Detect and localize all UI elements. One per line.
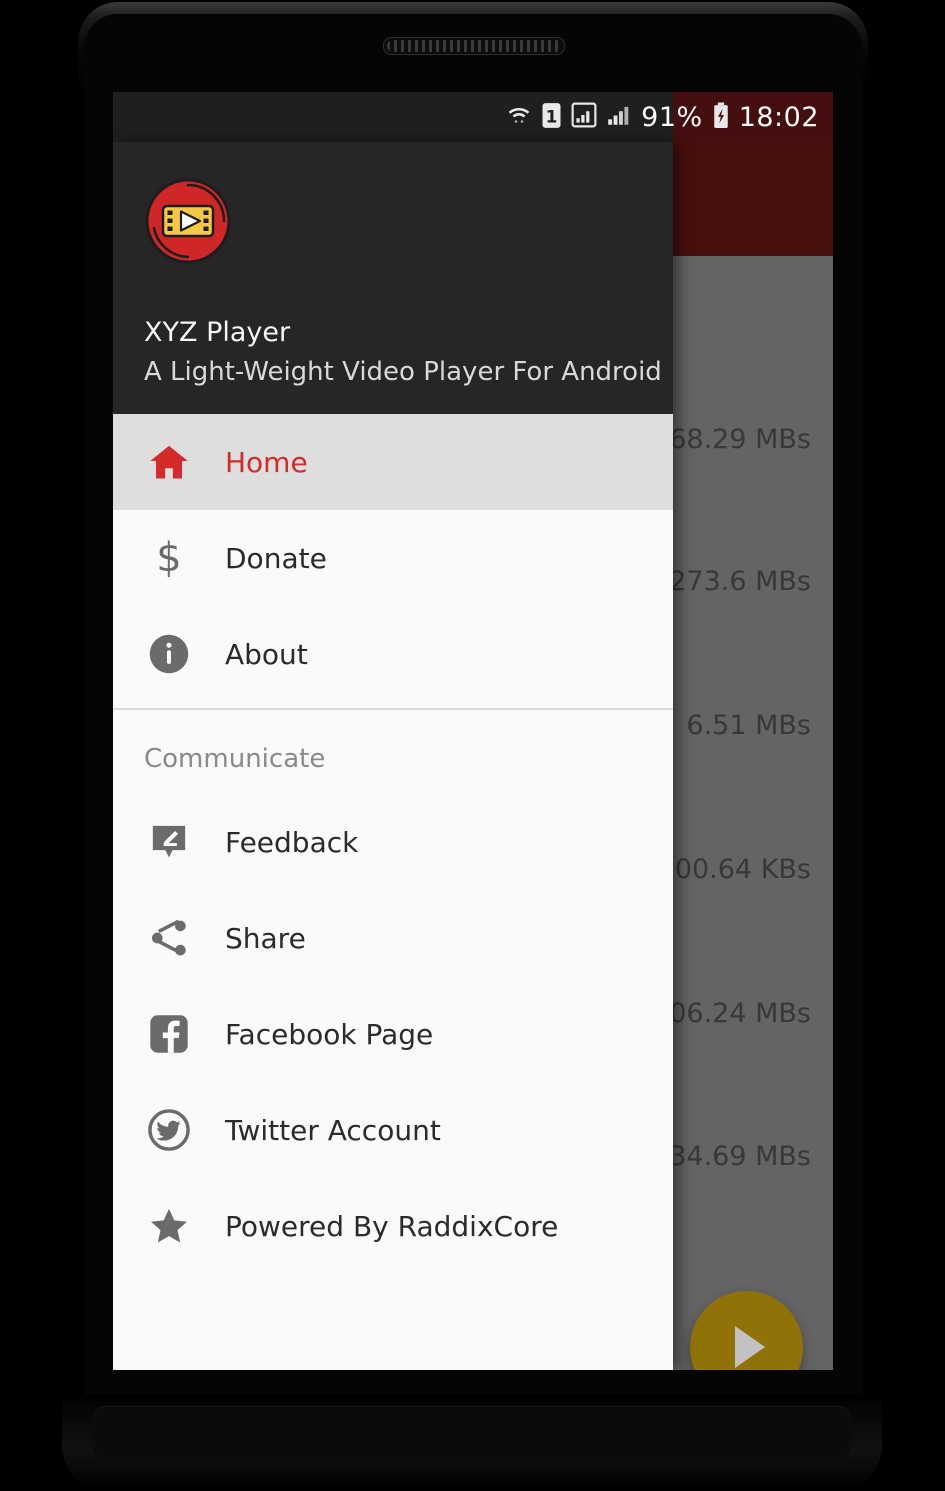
drawer-section-title: Communicate xyxy=(144,744,326,774)
drawer-item-twitter[interactable]: Twitter Account xyxy=(113,1082,673,1178)
drawer-item-label: About xyxy=(225,637,308,671)
feedback-icon xyxy=(113,820,225,864)
drawer-primary-list: Home $ Donate About Communicate Feedback… xyxy=(113,414,673,1274)
star-icon xyxy=(113,1204,225,1248)
clock-label: 18:02 xyxy=(738,101,819,133)
xyz-player-logo-icon xyxy=(145,178,231,264)
play-icon xyxy=(735,1326,765,1368)
file-size-label: 206.24 MBs xyxy=(652,998,811,1029)
earpiece-speaker-icon xyxy=(383,37,565,55)
drawer-item-label: Facebook Page xyxy=(225,1017,434,1051)
signal-boxed-icon xyxy=(571,102,597,132)
file-size-label: 6.51 MBs xyxy=(686,710,811,741)
signal-bars-icon xyxy=(606,102,632,132)
navigation-drawer: XYZ Player A Light-Weight Video Player F… xyxy=(113,142,673,1370)
drawer-item-raddixcore[interactable]: Powered By RaddixCore xyxy=(113,1178,673,1274)
sim-card-1-icon: 1 xyxy=(541,102,562,133)
dollar-icon: $ xyxy=(156,535,182,581)
battery-percent-label: 91% xyxy=(641,101,703,133)
home-icon xyxy=(113,440,225,484)
battery-charging-icon xyxy=(712,102,730,133)
status-bar: 1 91% 18:02 xyxy=(113,92,833,142)
drawer-item-label: Feedback xyxy=(225,825,359,859)
drawer-item-facebook[interactable]: Facebook Page xyxy=(113,986,673,1082)
drawer-item-label: Donate xyxy=(225,541,327,575)
drawer-item-about[interactable]: About xyxy=(113,606,673,702)
drawer-item-feedback[interactable]: Feedback xyxy=(113,794,673,890)
phone-device: 1 91% 18:02 68.29 MBs 273.6 MBs 6.51 MBs… xyxy=(0,0,945,1491)
facebook-icon xyxy=(113,1012,225,1056)
drawer-item-share[interactable]: Share xyxy=(113,890,673,986)
phone-screen: 1 91% 18:02 68.29 MBs 273.6 MBs 6.51 MBs… xyxy=(113,92,833,1370)
earpiece-mesh xyxy=(387,40,561,52)
app-subtitle: A Light-Weight Video Player For Android xyxy=(144,357,662,387)
share-icon xyxy=(113,916,225,960)
play-fab-button[interactable] xyxy=(690,1291,803,1370)
file-size-label: 273.6 MBs xyxy=(669,566,811,597)
app-title: XYZ Player xyxy=(144,317,291,348)
drawer-item-label: Twitter Account xyxy=(225,1113,441,1147)
info-icon xyxy=(113,632,225,676)
drawer-item-label: Home xyxy=(225,445,308,479)
svg-text:1: 1 xyxy=(546,106,558,126)
wifi-icon xyxy=(506,102,532,132)
drawer-header: XYZ Player A Light-Weight Video Player F… xyxy=(113,142,673,414)
drawer-item-label: Share xyxy=(225,921,306,955)
drawer-item-donate[interactable]: $ Donate xyxy=(113,510,673,606)
file-size-label: 34.69 MBs xyxy=(669,1141,811,1172)
drawer-item-label: Powered By RaddixCore xyxy=(225,1209,559,1243)
file-size-label: 300.64 KBs xyxy=(657,854,811,885)
file-size-label: 68.29 MBs xyxy=(669,424,811,455)
twitter-icon xyxy=(113,1108,225,1152)
home-button[interactable] xyxy=(92,1406,852,1458)
drawer-item-home[interactable]: Home xyxy=(113,414,673,510)
